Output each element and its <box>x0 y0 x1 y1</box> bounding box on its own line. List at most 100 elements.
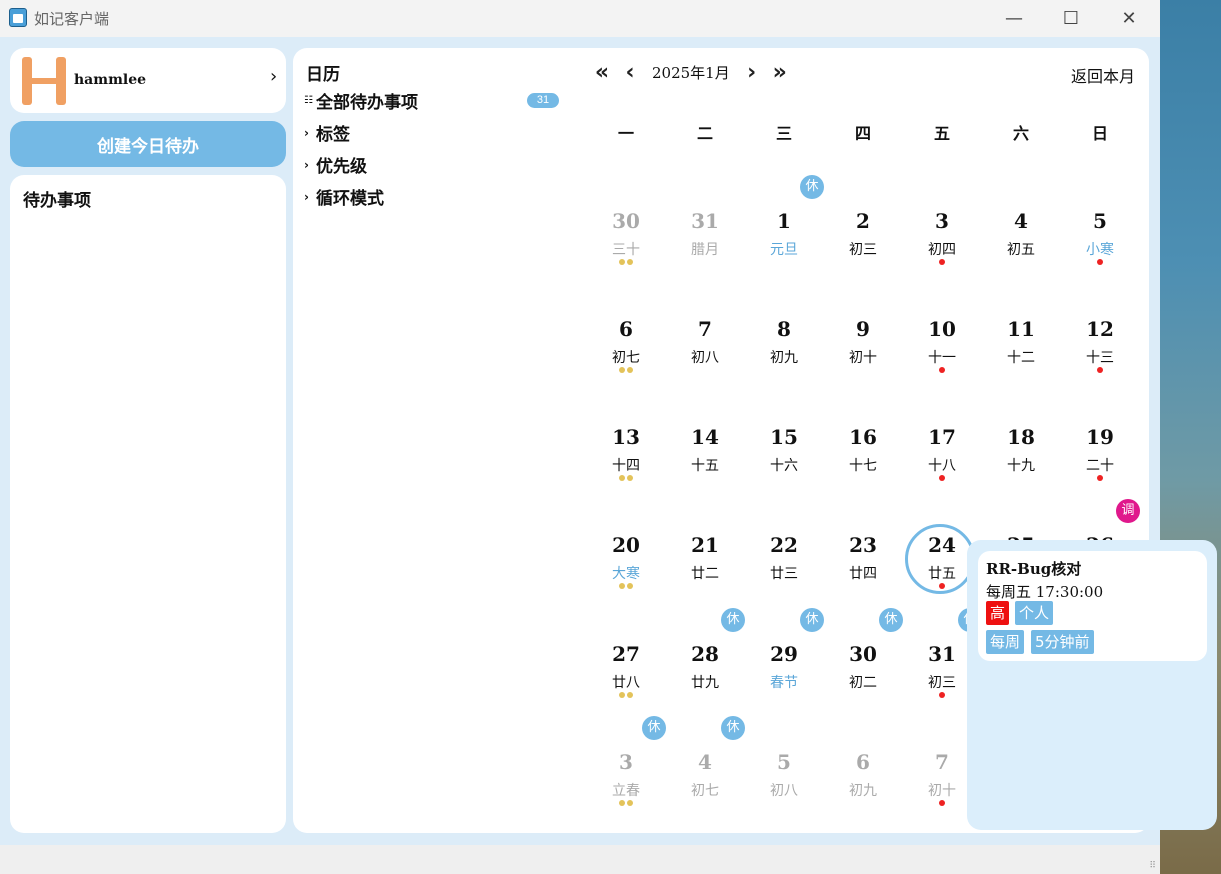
day-number: 23 <box>849 533 877 557</box>
todo-title: RR-Bug核对 <box>986 560 1082 578</box>
calendar-header: « ‹ 2025年1月 › » <box>588 58 848 86</box>
day-number: 1 <box>777 209 791 233</box>
lunar-date: 初七 <box>612 350 640 366</box>
red-event-dot <box>939 259 945 265</box>
day-number: 18 <box>1007 425 1035 449</box>
list-icon: ☷ <box>304 95 313 106</box>
lunar-date: 立春 <box>612 783 640 799</box>
yellow-event-dot <box>627 583 633 589</box>
calendar-day[interactable]: 4 初五 <box>982 181 1060 285</box>
calendar-day[interactable]: 11 十二 <box>982 289 1060 393</box>
calendar-day[interactable]: 10 十一 <box>903 289 981 393</box>
minimize-button[interactable]: — <box>1002 7 1026 29</box>
nav-item-label: 优先级 <box>316 157 367 177</box>
day-number: 5 <box>1093 209 1107 233</box>
lunar-date: 十八 <box>928 458 956 474</box>
close-button[interactable]: ✕ <box>1117 7 1141 29</box>
todo-popup: RR-Bug核对 每周五 17:30:00 高 个人 每周 5分钟前 <box>967 540 1217 830</box>
yellow-event-dot <box>627 475 633 481</box>
calendar-day[interactable]: 29 春节 休 <box>745 608 824 718</box>
nav-item-all-todos[interactable]: ☷ 全部待办事项 <box>304 88 418 113</box>
calendar-day[interactable]: 16 十七 <box>824 397 902 501</box>
next-month-icon[interactable]: › <box>738 60 766 85</box>
calendar-day[interactable]: 31 腊月 <box>666 181 744 285</box>
lunar-date: 廿八 <box>612 675 640 691</box>
todo-card[interactable]: RR-Bug核对 每周五 17:30:00 高 个人 每周 5分钟前 <box>978 551 1207 661</box>
lunar-date: 小寒 <box>1086 242 1114 258</box>
event-dots <box>1061 367 1139 373</box>
calendar-day[interactable]: 3 立春 休 <box>587 716 666 826</box>
day-number: 5 <box>777 750 791 774</box>
calendar-day[interactable]: 6 初七 <box>587 289 665 393</box>
day-number: 29 <box>770 642 798 666</box>
lunar-date: 十五 <box>691 458 719 474</box>
create-today-todo-button[interactable]: 创建今日待办 <box>10 121 286 167</box>
app-window: 如记客户端 — ☐ ✕ hammlee › 创建今日待办 待办事项 日历 ☷ 全… <box>0 0 1217 874</box>
red-event-dot <box>1097 259 1103 265</box>
resize-grip-icon[interactable]: ⠿ <box>1149 861 1156 871</box>
back-to-month-button[interactable]: 返回本月 <box>1071 63 1135 87</box>
prev-year-icon[interactable]: « <box>588 60 616 85</box>
event-dots <box>587 475 665 481</box>
lunar-date: 初九 <box>849 783 877 799</box>
calendar-day[interactable]: 3 初四 <box>903 181 981 285</box>
calendar-day[interactable]: 19 二十 <box>1061 397 1139 501</box>
calendar-day[interactable]: 22 廿三 <box>745 505 823 609</box>
lunar-date: 二十 <box>1086 458 1114 474</box>
lunar-date: 初四 <box>928 242 956 258</box>
nav-item-repeat[interactable]: › 循环模式 <box>304 184 384 209</box>
calendar-day[interactable]: 20 大寒 <box>587 505 665 609</box>
calendar-day[interactable]: 6 初九 <box>824 722 902 826</box>
calendar-day[interactable]: 12 十三 <box>1061 289 1139 393</box>
lunar-date: 初八 <box>770 783 798 799</box>
event-dots <box>903 475 981 481</box>
red-event-dot <box>1097 475 1103 481</box>
calendar-day[interactable]: 15 十六 <box>745 397 823 501</box>
calendar-day[interactable]: 1 元旦 休 <box>745 175 824 285</box>
calendar-day[interactable]: 30 初二 休 <box>824 608 903 718</box>
day-number: 2 <box>856 209 870 233</box>
nav-item-priority[interactable]: › 优先级 <box>304 152 367 177</box>
calendar-day[interactable]: 13 十四 <box>587 397 665 501</box>
lunar-date: 廿二 <box>691 566 719 582</box>
day-number: 7 <box>698 317 712 341</box>
lunar-date: 大寒 <box>612 566 640 582</box>
calendar-day[interactable]: 9 初十 <box>824 289 902 393</box>
day-number: 6 <box>856 750 870 774</box>
calendar-day[interactable]: 2 初三 <box>824 181 902 285</box>
day-number: 4 <box>1014 209 1028 233</box>
prev-month-icon[interactable]: ‹ <box>616 60 644 85</box>
yellow-event-dot <box>619 367 625 373</box>
calendar-day[interactable]: 5 小寒 <box>1061 181 1139 285</box>
yellow-event-dot <box>619 583 625 589</box>
nav-title: 日历 <box>306 65 340 85</box>
calendar-day[interactable]: 5 初八 <box>745 722 823 826</box>
lunar-date: 十六 <box>770 458 798 474</box>
weekday-label: 六 <box>1012 124 1029 143</box>
calendar-app-icon <box>9 8 27 27</box>
day-number: 14 <box>691 425 719 449</box>
calendar-day[interactable]: 21 廿二 <box>666 505 744 609</box>
calendar-day[interactable]: 28 廿九 休 <box>666 608 745 718</box>
calendar-day[interactable]: 14 十五 <box>666 397 744 501</box>
calendar-day[interactable]: 18 十九 <box>982 397 1060 501</box>
event-dots <box>1061 259 1139 265</box>
calendar-day[interactable]: 4 初七 休 <box>666 716 745 826</box>
event-dots <box>903 367 981 373</box>
nav-item-tags[interactable]: › 标签 <box>304 120 350 145</box>
user-card[interactable]: hammlee › <box>10 48 286 113</box>
calendar-day[interactable]: 17 十八 <box>903 397 981 501</box>
calendar-day[interactable]: 27 廿八 <box>587 614 665 718</box>
calendar-day[interactable]: 8 初九 <box>745 289 823 393</box>
calendar-day[interactable]: 30 三十 <box>587 181 665 285</box>
calendar-day[interactable]: 23 廿四 <box>824 505 902 609</box>
red-event-dot <box>1097 367 1103 373</box>
chevron-right-icon[interactable]: › <box>270 66 277 87</box>
yellow-event-dot <box>627 800 633 806</box>
weekday-label: 二 <box>696 124 713 143</box>
calendar-day[interactable]: 7 初八 <box>666 289 744 393</box>
maximize-button[interactable]: ☐ <box>1059 7 1083 29</box>
weekday-label: 一 <box>617 124 634 143</box>
next-year-icon[interactable]: » <box>766 60 794 85</box>
lunar-date: 初八 <box>691 350 719 366</box>
